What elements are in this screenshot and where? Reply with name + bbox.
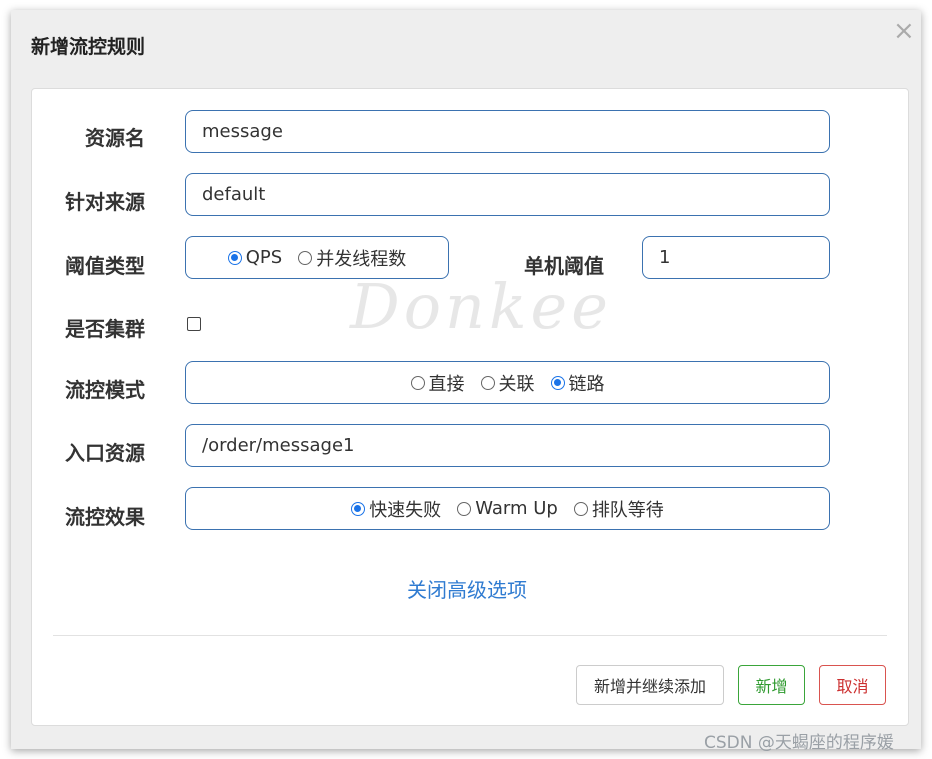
grade-radio-group: QPS 并发线程数 [185, 236, 449, 279]
cluster-label: 是否集群 [65, 317, 145, 341]
grade-option-qps[interactable]: QPS [227, 247, 283, 268]
radio-checked-icon [227, 250, 242, 265]
resource-name-input[interactable]: message [185, 110, 830, 153]
radio-unchecked-icon [298, 250, 313, 265]
strategy-option-relate[interactable]: 关联 [480, 370, 535, 396]
threshold-input[interactable]: 1 [642, 236, 830, 279]
close-icon[interactable]: × [893, 18, 915, 44]
radio-checked-icon [351, 501, 366, 516]
footer-divider [53, 635, 887, 636]
strategy-option-chain-label: 链路 [568, 373, 605, 395]
cancel-button[interactable]: 取消 [819, 665, 886, 705]
strategy-option-chain[interactable]: 链路 [550, 370, 605, 396]
threshold-value: 1 [659, 247, 671, 268]
behavior-option-queue[interactable]: 排队等待 [573, 496, 664, 522]
ref-resource-label: 入口资源 [65, 441, 145, 465]
form-panel: 资源名 message 针对来源 default 阈值类型 QPS 并发线程数 … [31, 88, 909, 726]
grade-option-qps-label: QPS [245, 247, 283, 268]
close-advanced-options-link[interactable]: 关闭高级选项 [407, 574, 527, 603]
add-and-continue-button[interactable]: 新增并继续添加 [576, 665, 724, 705]
strategy-option-direct[interactable]: 直接 [410, 370, 465, 396]
dialog-title: 新增流控规则 [31, 36, 146, 58]
radio-unchecked-icon [573, 501, 588, 516]
behavior-option-warm-up-label: Warm Up [475, 498, 558, 519]
limit-app-value: default [202, 184, 266, 205]
cluster-checkbox[interactable] [187, 317, 201, 331]
add-flow-rule-dialog: 新增流控规则 × 资源名 message 针对来源 default 阈值类型 Q… [11, 10, 921, 749]
behavior-option-fast-fail[interactable]: 快速失败 [351, 496, 441, 522]
strategy-option-direct-label: 直接 [428, 373, 465, 395]
limit-app-label: 针对来源 [65, 190, 145, 214]
grade-label: 阈值类型 [65, 254, 145, 278]
add-button[interactable]: 新增 [738, 665, 805, 705]
radio-checked-icon [550, 375, 565, 390]
radio-unchecked-icon [480, 375, 495, 390]
ref-resource-value: /order/message1 [202, 435, 355, 456]
radio-unchecked-icon [410, 375, 425, 390]
control-behavior-label: 流控效果 [65, 505, 145, 529]
resource-name-value: message [202, 121, 283, 142]
behavior-option-fast-fail-label: 快速失败 [369, 499, 442, 521]
threshold-label: 单机阈值 [524, 254, 604, 278]
resource-name-label: 资源名 [85, 126, 145, 150]
control-behavior-radio-group: 快速失败 Warm Up 排队等待 [185, 487, 830, 530]
radio-unchecked-icon [457, 501, 472, 516]
strategy-radio-group: 直接 关联 链路 [185, 361, 830, 404]
limit-app-input[interactable]: default [185, 173, 830, 216]
csdn-watermark: CSDN @天蝎座的程序媛 [704, 733, 894, 753]
behavior-option-queue-label: 排队等待 [591, 499, 664, 521]
strategy-option-relate-label: 关联 [498, 373, 535, 395]
grade-option-threads-label: 并发线程数 [316, 248, 407, 270]
behavior-option-warm-up[interactable]: Warm Up [457, 498, 558, 519]
ref-resource-input[interactable]: /order/message1 [185, 424, 830, 467]
strategy-label: 流控模式 [65, 378, 145, 402]
grade-option-threads[interactable]: 并发线程数 [298, 245, 406, 271]
